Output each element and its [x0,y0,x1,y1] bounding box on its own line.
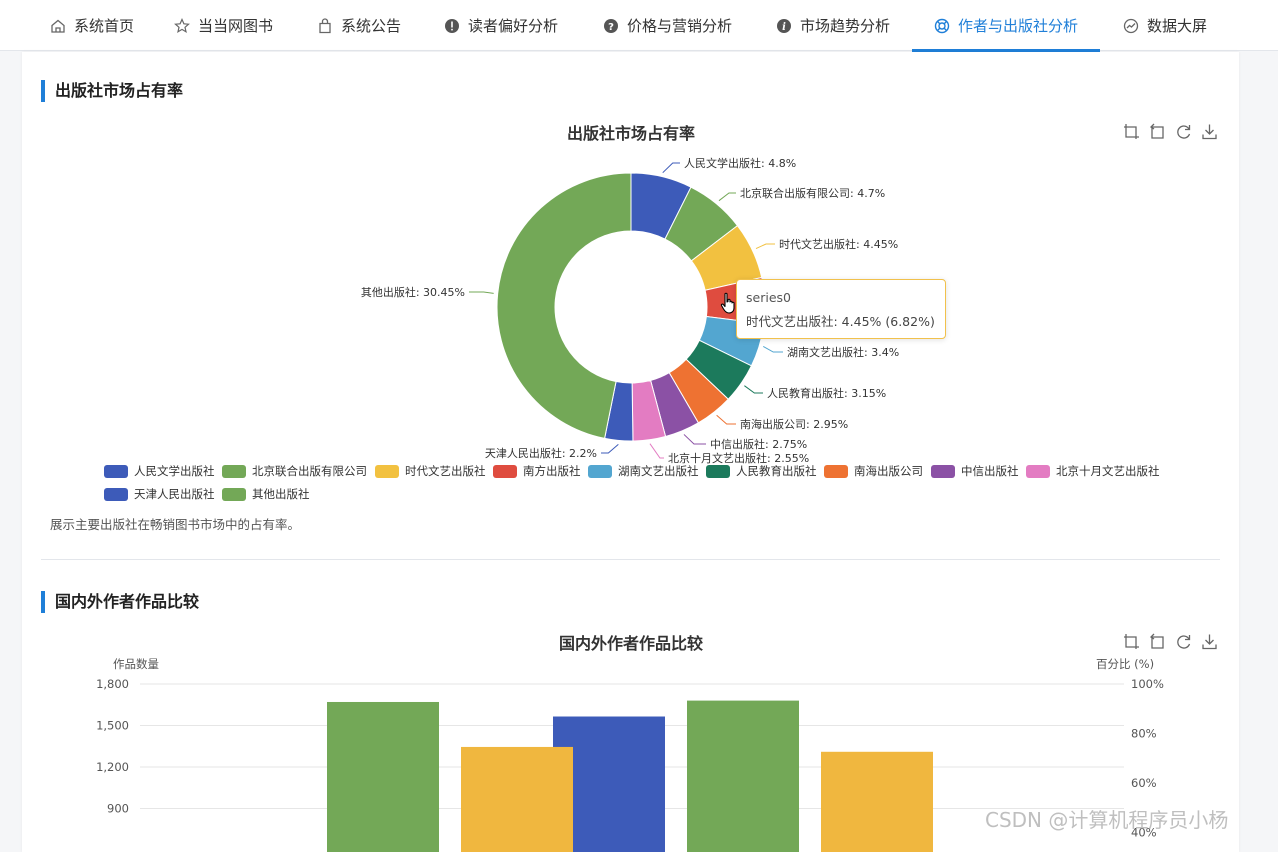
author-comparison-bar-chart: 1,8001,5001,200900100%80%60%40% [96,677,1164,852]
bar[interactable] [821,751,933,852]
bar-y2-tick-label: 60% [1131,776,1157,790]
bar-y-tick-label: 1,500 [96,719,129,733]
bar-y-tick-label: 1,800 [96,677,129,691]
bar[interactable] [687,700,799,852]
bar-y-tick-label: 1,200 [96,760,129,774]
bar-y2-tick-label: 80% [1131,727,1157,741]
bar-y2-tick-label: 100% [1131,677,1164,691]
bar-y-tick-label: 900 [107,802,129,816]
bar[interactable] [461,746,573,852]
bar[interactable] [327,701,439,852]
watermark: CSDN @计算机程序员小杨 [985,808,1229,832]
